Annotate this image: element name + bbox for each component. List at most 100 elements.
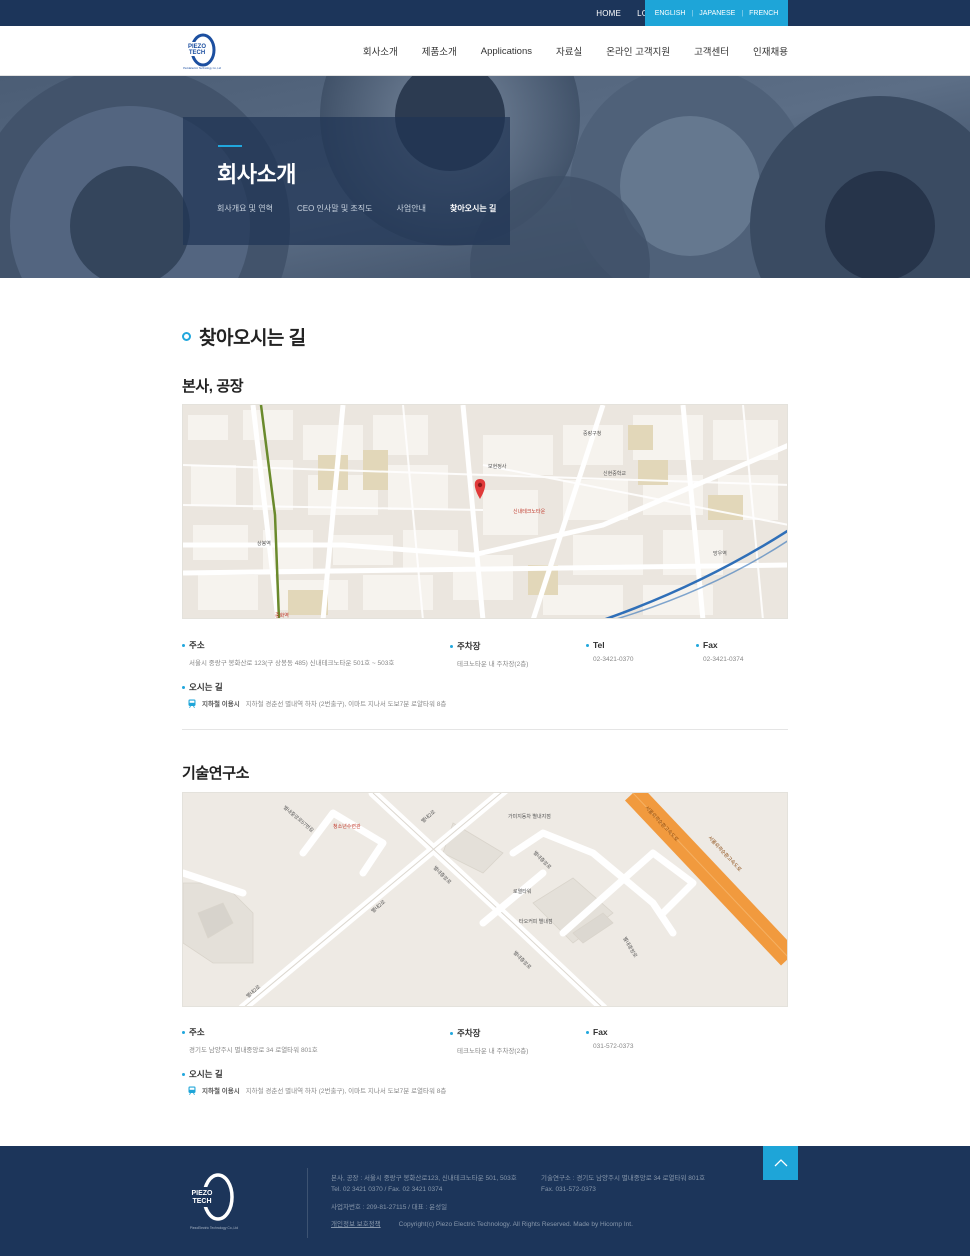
page-title-text: 찾아오시는 길 (199, 328, 306, 349)
map-label: 신현중학교 (603, 470, 626, 477)
footer-bottom: 개인정보 보호정책 Copyright(c) Piezo Electric Te… (331, 1219, 633, 1230)
map-label: 로열타워 (513, 888, 531, 895)
lab-section-title: 기술연구소 (182, 765, 250, 782)
lang-english[interactable]: ENGLISH (655, 10, 686, 17)
lab-route: 오시는 길 (182, 1068, 223, 1080)
footer-biz: 사업자번호 : 209-81-27115 / 대표 : 윤성일 (331, 1204, 448, 1211)
lab-route-desc: 지하철 경춘선 별내역 하차 (2번출구), 이마트 지나서 도보7분 로열타워… (245, 1088, 447, 1095)
lab-route-type: 지하철 이용시 (202, 1088, 240, 1095)
subnav-ceo[interactable]: CEO 인사말 및 조직도 (297, 203, 373, 214)
site-header: PIEZO TECH PiezoElectric Technology Co.,… (0, 26, 970, 76)
map-label: 중랑구청 (583, 430, 601, 437)
footer-hq-line: 본사, 공장 : 서울시 중랑구 봉화산로123, 신내테크노타운 501, 5… (331, 1175, 517, 1182)
map-label: 상봉역 (257, 540, 271, 547)
main-nav: 회사소개 제품소개 Applications 자료실 온라인 고객지원 고객센터… (363, 26, 788, 76)
map-label: 보현정사 (488, 463, 507, 470)
lab-fax-label: Fax (593, 1027, 608, 1037)
footer-lab-info: 기술연구소 : 경기도 남양주시 별내중앙로 34 로열타워 801호 Fax.… (541, 1173, 705, 1195)
hq-address-label: 주소 (189, 640, 205, 650)
hq-route-detail: 지하철 이용시 지하철 경춘선 별내역 하차 (2번출구), 이마트 지나서 도… (188, 698, 446, 708)
bullet-icon (696, 643, 699, 647)
lab-route-detail: 지하철 이용시 지하철 경춘선 별내역 하차 (2번출구), 이마트 지나서 도… (188, 1085, 446, 1095)
hq-fax-label: Fax (703, 640, 718, 650)
map-label: 망우역 (713, 550, 727, 557)
sub-navigation: 회사개요 및 연혁 CEO 인사말 및 조직도 사업안내 찾아오시는 길 (217, 203, 496, 214)
subnav-business[interactable]: 사업안내 (397, 203, 426, 214)
nav-careers[interactable]: 인재채용 (753, 44, 788, 58)
hq-address: 주소 서울시 중랑구 봉화산로 123(구 상봉동 485) 신내테크노타운 5… (182, 639, 394, 667)
hq-parking: 주차장 테크노타운 내 주차장(2층) (450, 640, 528, 668)
lab-fax-value: 031-572-0373 (593, 1043, 634, 1050)
lang-french[interactable]: FRENCH (749, 10, 778, 17)
map-label: 타오커피 별내점 (519, 918, 553, 925)
hq-route-desc: 지하철 경춘선 별내역 하차 (2번출구), 이마트 지나서 도보7분 로얄타워… (245, 701, 447, 708)
subway-icon (188, 699, 196, 708)
site-footer: PIEZO TECH PiezoElectric Technology Co.,… (0, 1146, 970, 1256)
hq-route-type: 지하철 이용시 (202, 701, 240, 708)
map-label: 중화역 (275, 612, 289, 619)
hq-fax: Fax 02-3421-0374 (696, 640, 743, 663)
hq-address-value: 서울시 중랑구 봉화산로 123(구 상봉동 485) 신내테크노타운 501호… (189, 660, 395, 667)
footer-hq-tel: Tel. 02 3421 0370 / Fax. 02 3421 0374 (331, 1186, 443, 1193)
nav-applications[interactable]: Applications (481, 46, 532, 57)
lab-address: 주소 경기도 남양주시 별내중앙로 34 로열타워 801호 (182, 1026, 318, 1054)
page-title: 찾아오시는 길 (182, 323, 306, 350)
home-link[interactable]: HOME (596, 9, 621, 18)
subway-icon (188, 1086, 196, 1095)
bullet-icon (586, 1030, 589, 1034)
subnav-directions[interactable]: 찾아오시는 길 (450, 203, 496, 214)
language-selector: ENGLISH | JAPANESE | FRENCH (645, 0, 788, 26)
footer-logo-text-1: PIEZO (191, 1190, 213, 1197)
footer-lab-line: 기술연구소 : 경기도 남양주시 별내중앙로 34 로열타워 801호 (541, 1175, 706, 1182)
divider: | (741, 9, 744, 17)
bullet-icon (450, 644, 453, 648)
hq-map-canvas[interactable]: 보현정사 신내테크노타운 중랑구청 신현중학교 상봉역 중화역 망우역 (183, 405, 788, 619)
nav-customer-center[interactable]: 고객센터 (694, 44, 729, 58)
hq-route: 오시는 길 (182, 681, 223, 693)
lab-route-label: 오시는 길 (189, 1069, 223, 1079)
lab-parking-value: 테크노타운 내 주차장(2층) (457, 1048, 529, 1055)
lab-address-value: 경기도 남양주시 별내중앙로 34 로열타워 801호 (189, 1047, 318, 1054)
hero-title: 회사소개 (217, 162, 296, 187)
lab-fax: Fax 031-572-0373 (586, 1027, 633, 1050)
footer-divider (307, 1168, 308, 1238)
logo-subtext: PiezoElectric Technology Co.,Ltd (183, 66, 221, 70)
nav-company[interactable]: 회사소개 (363, 44, 398, 58)
bullet-icon (450, 1031, 453, 1035)
bullet-icon (182, 1072, 185, 1076)
hq-parking-value: 테크노타운 내 주차장(2층) (457, 661, 529, 668)
accent-bar (218, 145, 242, 147)
lab-map[interactable]: 별내중앙로57번길 청소년수련관 가미지동차 별내지점 별내2로 별내2로 별내… (182, 792, 788, 1007)
footer-logo: PIEZO TECH PiezoElectric Technology Co.,… (186, 1173, 238, 1230)
hq-tel-label: Tel (593, 640, 605, 650)
map-label: 청소년수련관 (333, 823, 361, 830)
footer-logo-text-2: TECH (192, 1198, 211, 1205)
lab-parking: 주차장 테크노타운 내 주차장(2층) (450, 1027, 528, 1055)
privacy-policy-link[interactable]: 개인정보 보호정책 (331, 1219, 381, 1230)
hq-map[interactable]: 보현정사 신내테크노타운 중랑구청 신현중학교 상봉역 중화역 망우역 (182, 404, 788, 619)
lab-parking-label: 주차장 (457, 1028, 481, 1038)
company-logo[interactable]: PIEZO TECH PiezoElectric Technology Co.,… (182, 32, 222, 70)
lab-map-canvas[interactable]: 별내중앙로57번길 청소년수련관 가미지동차 별내지점 별내2로 별내2로 별내… (183, 793, 788, 1007)
lang-japanese[interactable]: JAPANESE (699, 10, 735, 17)
bullet-icon (586, 643, 589, 647)
top-utility-bar: HOME LOGIN ENGLISH | JAPANESE | FRENCH (0, 0, 970, 26)
hq-route-label: 오시는 길 (189, 682, 223, 692)
logo-text-2: TECH (189, 50, 205, 56)
footer-lab-fax: Fax. 031-572-0373 (541, 1186, 596, 1193)
hero-banner: 회사소개 회사개요 및 연혁 CEO 인사말 및 조직도 사업안내 찾아오시는 … (0, 76, 970, 278)
nav-products[interactable]: 제품소개 (422, 44, 457, 58)
subnav-overview[interactable]: 회사개요 및 연혁 (217, 203, 273, 214)
divider: | (691, 9, 694, 17)
copyright: Copyright(c) Piezo Electric Technology. … (398, 1221, 633, 1228)
hq-fax-value: 02-3421-0374 (703, 656, 744, 663)
nav-online-support[interactable]: 온라인 고객지원 (606, 44, 670, 58)
section-divider (182, 729, 788, 730)
lab-address-label: 주소 (189, 1027, 205, 1037)
bullet-icon (182, 685, 185, 689)
bullet-icon (182, 1030, 185, 1034)
footer-hq-info: 본사, 공장 : 서울시 중랑구 봉화산로123, 신내테크노타운 501, 5… (331, 1173, 517, 1195)
nav-library[interactable]: 자료실 (556, 44, 582, 58)
scroll-top-button[interactable] (763, 1146, 798, 1180)
hero-title-box: 회사소개 회사개요 및 연혁 CEO 인사말 및 조직도 사업안내 찾아오시는 … (183, 117, 510, 245)
